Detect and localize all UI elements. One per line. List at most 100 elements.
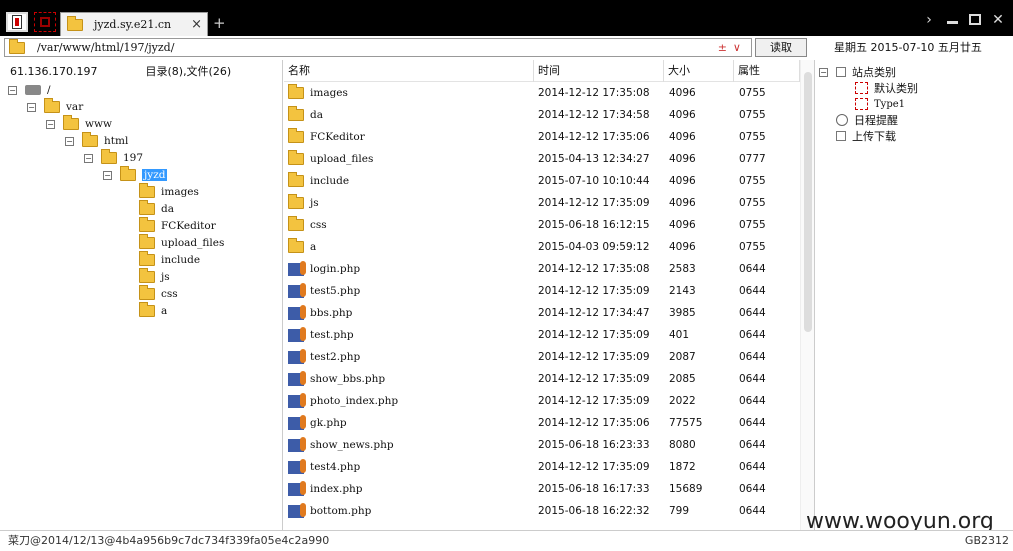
server-header: 61.136.170.197 目录(8),文件(26) (0, 60, 282, 82)
path-text: /var/www/html/197/jyzd/ (37, 41, 175, 54)
folder-icon (139, 285, 155, 300)
tree-node[interactable]: a (122, 302, 167, 319)
site-categories-panel: − 站点类别 默认类别 Type1 日程提醒 上传下载 (814, 60, 1013, 530)
close-window-button[interactable]: ✕ (991, 12, 1005, 29)
encoding-label[interactable]: GB2312 (965, 531, 1009, 550)
read-button[interactable]: 读取 (755, 38, 807, 57)
folder-icon (139, 251, 155, 266)
folder-icon (139, 302, 155, 317)
tree-node[interactable]: − var (27, 98, 84, 115)
collapse-icon[interactable]: − (27, 102, 36, 112)
column-size[interactable]: 大小 (664, 60, 734, 82)
clock-icon (836, 114, 848, 126)
table-row[interactable]: images 2014-12-12 17:35:08 4096 0755 (284, 82, 800, 104)
file-time: 2014-12-12 17:35:08 (538, 87, 650, 99)
tree-node[interactable]: include (122, 251, 200, 268)
tree-node[interactable]: images (122, 183, 199, 200)
site-manager-icon[interactable] (34, 12, 56, 32)
tab-site[interactable]: jyzd.sy.e21.cn × (60, 12, 208, 36)
table-row[interactable]: show_news.php 2015-06-18 16:23:33 8080 0644 (284, 434, 800, 456)
collapse-icon[interactable]: − (819, 67, 828, 77)
tree-node[interactable]: − www (46, 115, 112, 132)
category-default-label: 默认类别 (874, 82, 918, 95)
file-time: 2014-12-12 17:35:06 (538, 417, 650, 429)
column-attr[interactable]: 属性 (734, 60, 800, 82)
category-default[interactable]: 默认类别 (819, 80, 1013, 96)
file-attr: 0644 (739, 285, 766, 297)
file-name-cell: test2.php (284, 348, 534, 364)
table-row[interactable]: a 2015-04-03 09:59:12 4096 0755 (284, 236, 800, 258)
table-row[interactable]: test4.php 2014-12-12 17:35:09 1872 0644 (284, 456, 800, 478)
collapse-icon[interactable]: − (65, 136, 74, 146)
file-attr: 0755 (739, 241, 766, 253)
minimize-button[interactable] (945, 12, 959, 29)
table-row[interactable]: bottom.php 2015-06-18 16:22:32 799 0644 (284, 500, 800, 522)
file-time: 2015-06-18 16:17:33 (538, 483, 650, 495)
file-size: 4096 (669, 87, 696, 99)
app-logo-icon[interactable] (6, 12, 28, 32)
table-row[interactable]: index.php 2015-06-18 16:17:33 15689 0644 (284, 478, 800, 500)
php-file-icon (288, 326, 306, 342)
file-size: 2085 (669, 373, 696, 385)
file-name: css (310, 219, 327, 231)
file-name: login.php (310, 263, 361, 275)
tree-node[interactable]: js (122, 268, 170, 285)
schedule-reminder[interactable]: 日程提醒 (819, 112, 1013, 128)
tree-node-label: var (66, 101, 84, 113)
table-row[interactable]: login.php 2014-12-12 17:35:08 2583 0644 (284, 258, 800, 280)
tree-node[interactable]: − html (65, 132, 128, 149)
file-attr: 0644 (739, 395, 766, 407)
folder-icon (63, 115, 79, 130)
path-input[interactable]: /var/www/html/197/jyzd/ ±∨ (4, 38, 752, 57)
table-row[interactable]: photo_index.php 2014-12-12 17:35:09 2022 06… (284, 390, 800, 412)
tree-node[interactable]: css (122, 285, 178, 302)
file-attr: 0777 (739, 153, 766, 165)
table-row[interactable]: test.php 2014-12-12 17:35:09 401 0644 (284, 324, 800, 346)
file-time: 2015-06-18 16:22:32 (538, 505, 650, 517)
file-size: 1872 (669, 461, 696, 473)
category-node[interactable]: − 站点类别 (819, 64, 1013, 80)
tree-node[interactable]: FCKeditor (122, 217, 216, 234)
tree-node[interactable]: − jyzd (103, 166, 168, 183)
schedule-reminder-label: 日程提醒 (854, 114, 898, 127)
table-row[interactable]: show_bbs.php 2014-12-12 17:35:09 2085 0644 (284, 368, 800, 390)
category-type1[interactable]: Type1 (819, 96, 1013, 112)
column-time[interactable]: 时间 (534, 60, 664, 82)
table-row[interactable]: da 2014-12-12 17:34:58 4096 0755 (284, 104, 800, 126)
tree-node[interactable]: − 197 (84, 149, 143, 166)
collapse-icon[interactable]: − (8, 85, 17, 95)
tab-close-icon[interactable]: × (191, 17, 202, 32)
column-name[interactable]: 名称 (284, 60, 534, 82)
php-file-icon (288, 436, 306, 452)
upload-download[interactable]: 上传下载 (819, 128, 1013, 144)
table-row[interactable]: include 2015-07-10 10:10:44 4096 0755 (284, 170, 800, 192)
file-time: 2014-12-12 17:35:09 (538, 395, 650, 407)
maximize-button[interactable] (968, 12, 982, 29)
tree-node[interactable]: upload_files (122, 234, 224, 251)
table-row[interactable]: test5.php 2014-12-12 17:35:09 2143 0644 (284, 280, 800, 302)
collapse-icon[interactable]: − (46, 119, 55, 129)
tree-node-label: / (47, 84, 51, 96)
table-row[interactable]: FCKeditor 2014-12-12 17:35:06 4096 0755 (284, 126, 800, 148)
collapse-icon[interactable]: − (84, 153, 93, 163)
dropdown-icon[interactable]: ±∨ (718, 41, 747, 54)
table-row[interactable]: css 2015-06-18 16:12:15 4096 0755 (284, 214, 800, 236)
tree-node[interactable]: da (122, 200, 174, 217)
new-tab-button[interactable]: + (213, 14, 226, 32)
table-row[interactable]: test2.php 2014-12-12 17:35:09 2087 0644 (284, 346, 800, 368)
title-bar: jyzd.sy.e21.cn × + › ✕ (0, 0, 1013, 36)
category-label: 站点类别 (852, 66, 896, 79)
table-row[interactable]: bbs.php 2014-12-12 17:34:47 3985 0644 (284, 302, 800, 324)
file-list-scrollbar[interactable] (800, 60, 814, 530)
folder-icon (139, 183, 155, 198)
tree-node[interactable]: − / (8, 82, 51, 98)
scrollbar-thumb[interactable] (804, 72, 812, 332)
arrow-right-icon[interactable]: › (922, 12, 936, 29)
table-row[interactable]: upload_files 2015-04-13 12:34:27 4096 0777 (284, 148, 800, 170)
table-row[interactable]: gk.php 2014-12-12 17:35:06 77575 0644 (284, 412, 800, 434)
file-attr: 0644 (739, 505, 766, 517)
table-row[interactable]: js 2014-12-12 17:35:09 4096 0755 (284, 192, 800, 214)
file-time: 2015-04-13 12:34:27 (538, 153, 650, 165)
collapse-icon[interactable]: − (103, 170, 112, 180)
file-name-cell: images (284, 84, 534, 99)
